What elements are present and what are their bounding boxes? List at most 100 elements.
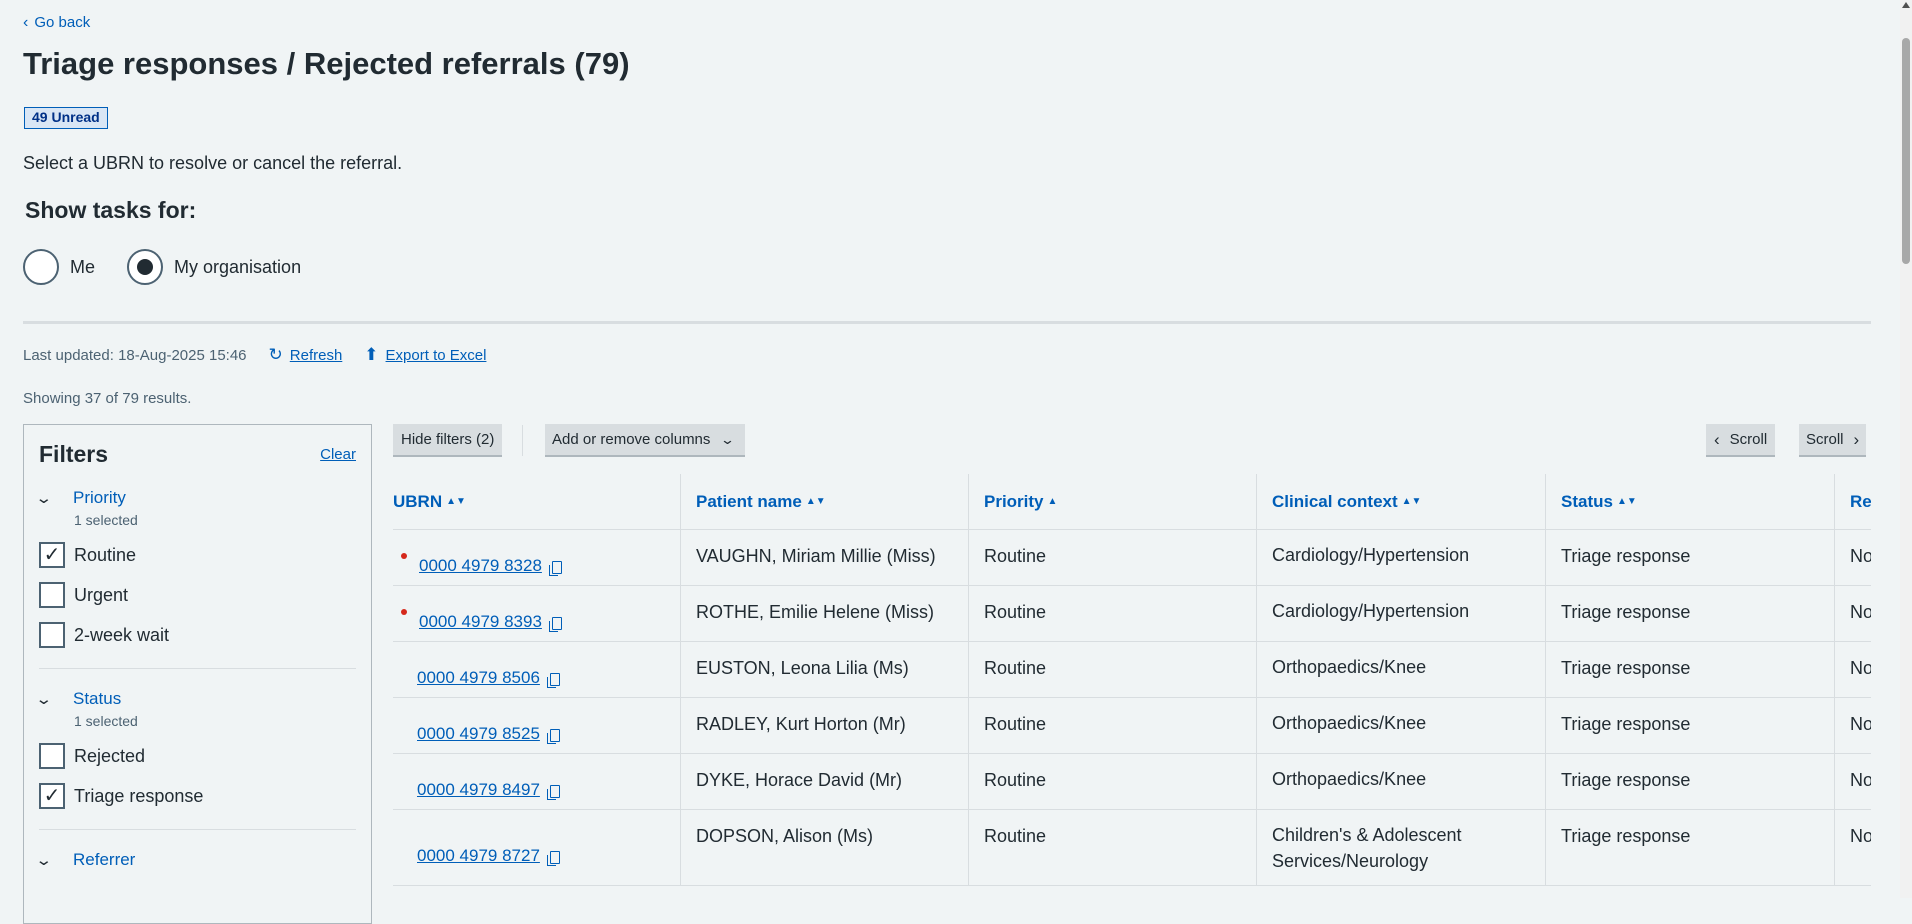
checkbox-routine[interactable]: ✓ Routine bbox=[39, 542, 356, 568]
checkbox-urgent-box[interactable] bbox=[39, 582, 65, 608]
checkbox-triage-response-label: Triage response bbox=[74, 785, 204, 806]
column-header-patient-name[interactable]: Patient name ▲▼ bbox=[681, 474, 969, 530]
table-row: 0000 4979 8393 ROTHE, Emilie Helene (Miss… bbox=[393, 582, 1871, 642]
clear-filters-link[interactable]: Clear bbox=[320, 446, 356, 463]
patient-name-cell: ROTHE, Emilie Helene (Miss) bbox=[681, 586, 969, 641]
filter-group-priority: ⌄ Priority 1 selected ✓ Routine Urgent 2… bbox=[24, 488, 371, 648]
checkbox-triage-response-box[interactable]: ✓ bbox=[39, 783, 65, 809]
export-label: Export to Excel bbox=[385, 346, 487, 364]
table-body: 0000 4979 8328 VAUGHN, Miriam Millie (Mis… bbox=[393, 526, 1871, 886]
show-tasks-radio-group: Me My organisation bbox=[23, 249, 333, 285]
checkbox-2-week-wait[interactable]: 2-week wait bbox=[39, 622, 356, 648]
chevron-down-icon: ⌄ bbox=[35, 852, 53, 869]
ubrn-link[interactable]: 0000 4979 8393 bbox=[419, 612, 542, 632]
chevron-right-icon: › bbox=[1853, 429, 1860, 449]
go-back-link[interactable]: ‹ Go back bbox=[23, 14, 90, 31]
table-row: 0000 4979 8497 DYKE, Horace David (Mr) Rou… bbox=[393, 750, 1871, 810]
checkbox-triage-response[interactable]: ✓ Triage response bbox=[39, 783, 356, 809]
filter-group-priority-toggle[interactable]: ⌄ Priority bbox=[35, 488, 356, 508]
column-header-rea-label: Rea bbox=[1850, 491, 1871, 511]
scroll-right-button[interactable]: Scroll › bbox=[1799, 424, 1867, 457]
chevron-left-icon: ‹ bbox=[23, 13, 29, 31]
export-excel-link[interactable]: ⬆ Export to Excel bbox=[364, 345, 486, 365]
clinical-context-cell: Orthopaedics/Knee bbox=[1257, 750, 1546, 809]
intro-text: Select a UBRN to resolve or cancel the r… bbox=[23, 153, 403, 173]
column-header-priority[interactable]: Priority ▲ bbox=[969, 474, 1257, 530]
ubrn-cell: 0000 4979 8393 bbox=[393, 586, 681, 641]
rea-cell: No bbox=[1850, 546, 1871, 566]
status-cell: Triage response bbox=[1546, 810, 1835, 885]
radio-me-label: Me bbox=[70, 256, 96, 277]
add-remove-columns-button[interactable]: Add or remove columns ⌄ bbox=[545, 424, 746, 457]
page-scrollbar[interactable] bbox=[1900, 0, 1912, 898]
chevron-left-icon: ‹ bbox=[1714, 429, 1720, 449]
patient-name-cell: DOPSON, Alison (Ms) bbox=[681, 810, 969, 885]
ubrn-cell: 0000 4979 8506 bbox=[393, 642, 681, 697]
patient-name-cell: EUSTON, Leona Lilia (Ms) bbox=[681, 642, 969, 697]
ubrn-link[interactable]: 0000 4979 8506 bbox=[417, 668, 540, 688]
radio-me[interactable]: Me bbox=[23, 249, 95, 285]
radio-my-organisation-circle[interactable] bbox=[127, 249, 164, 285]
copy-icon[interactable] bbox=[548, 560, 562, 576]
priority-cell: Routine bbox=[969, 530, 1257, 585]
meta-row: Last updated: 18-Aug-2025 15:46 ↻ Refres… bbox=[23, 345, 486, 365]
refresh-link[interactable]: ↻ Refresh bbox=[269, 345, 343, 365]
refresh-icon: ↻ bbox=[268, 345, 283, 364]
priority-cell: Routine bbox=[969, 754, 1257, 809]
radio-my-organisation[interactable]: My organisation bbox=[127, 249, 301, 285]
ubrn-cell: 0000 4979 8727 bbox=[393, 810, 681, 885]
checkbox-routine-box[interactable]: ✓ bbox=[39, 542, 65, 568]
hide-filters-label: Hide filters (2) bbox=[401, 431, 495, 448]
column-header-rea[interactable]: Rea bbox=[1835, 474, 1871, 530]
scroll-up-arrow-icon[interactable] bbox=[1902, 2, 1910, 8]
read-spacer bbox=[401, 833, 407, 839]
priority-cell: Routine bbox=[969, 698, 1257, 753]
checkbox-rejected[interactable]: Rejected bbox=[39, 743, 356, 769]
copy-icon[interactable] bbox=[546, 850, 560, 866]
priority-cell: Routine bbox=[969, 642, 1257, 697]
table-header-row: UBRN ▲▼ Patient name ▲▼ Priority ▲ Clinical… bbox=[393, 474, 1871, 530]
status-cell: Triage response bbox=[1546, 754, 1835, 809]
patient-name-cell: DYKE, Horace David (Mr) bbox=[681, 754, 969, 809]
ubrn-link[interactable]: 0000 4979 8328 bbox=[419, 556, 542, 576]
patient-name-cell: VAUGHN, Miriam Millie (Miss) bbox=[681, 530, 969, 585]
rea-cell: No bbox=[1850, 714, 1871, 734]
column-header-status[interactable]: Status ▲▼ bbox=[1546, 474, 1835, 530]
page-title: Triage responses / Rejected referrals (7… bbox=[23, 46, 630, 81]
filter-group-referrer-toggle[interactable]: ⌄ Referrer bbox=[35, 850, 356, 870]
ubrn-link[interactable]: 0000 4979 8727 bbox=[417, 846, 540, 866]
ubrn-link[interactable]: 0000 4979 8497 bbox=[417, 780, 540, 800]
copy-icon[interactable] bbox=[546, 784, 560, 800]
table-row: 0000 4979 8328 VAUGHN, Miriam Millie (Mis… bbox=[393, 526, 1871, 586]
column-header-priority-label: Priority bbox=[984, 491, 1044, 511]
checkbox-rejected-box[interactable] bbox=[39, 743, 65, 769]
column-header-clinical-context[interactable]: Clinical context ▲▼ bbox=[1257, 474, 1546, 530]
radio-me-circle[interactable] bbox=[23, 249, 59, 285]
column-header-ubrn[interactable]: UBRN ▲▼ bbox=[393, 474, 681, 530]
priority-cell: Routine bbox=[969, 586, 1257, 641]
filter-divider bbox=[39, 829, 356, 830]
filter-group-status-toggle[interactable]: ⌄ Status bbox=[35, 689, 356, 709]
checkbox-urgent-label: Urgent bbox=[74, 584, 129, 605]
checkbox-2-week-wait-box[interactable] bbox=[39, 622, 65, 648]
ubrn-cell: 0000 4979 8497 bbox=[393, 754, 681, 809]
scroll-left-button[interactable]: ‹ Scroll bbox=[1706, 424, 1776, 457]
unread-dot-icon bbox=[401, 553, 407, 559]
hide-filters-button[interactable]: Hide filters (2) bbox=[393, 424, 503, 457]
copy-icon[interactable] bbox=[546, 728, 560, 744]
copy-icon[interactable] bbox=[546, 672, 560, 688]
status-cell: Triage response bbox=[1546, 586, 1835, 641]
filter-group-referrer-name: Referrer bbox=[73, 850, 136, 869]
filter-group-status-selected: 1 selected bbox=[74, 713, 138, 729]
checkbox-urgent[interactable]: Urgent bbox=[39, 582, 356, 608]
chevron-down-icon: ⌄ bbox=[720, 431, 736, 447]
filter-group-referrer: ⌄ Referrer bbox=[24, 850, 371, 870]
copy-icon[interactable] bbox=[548, 616, 562, 632]
scrollbar-thumb[interactable] bbox=[1902, 38, 1910, 264]
ubrn-link[interactable]: 0000 4979 8525 bbox=[417, 724, 540, 744]
patient-name-cell: RADLEY, Kurt Horton (Mr) bbox=[681, 698, 969, 753]
filter-group-priority-name: Priority bbox=[73, 488, 126, 507]
sort-icon: ▲▼ bbox=[805, 496, 826, 507]
unread-badge: 49 Unread bbox=[24, 107, 108, 129]
filter-group-priority-selected: 1 selected bbox=[74, 512, 138, 528]
